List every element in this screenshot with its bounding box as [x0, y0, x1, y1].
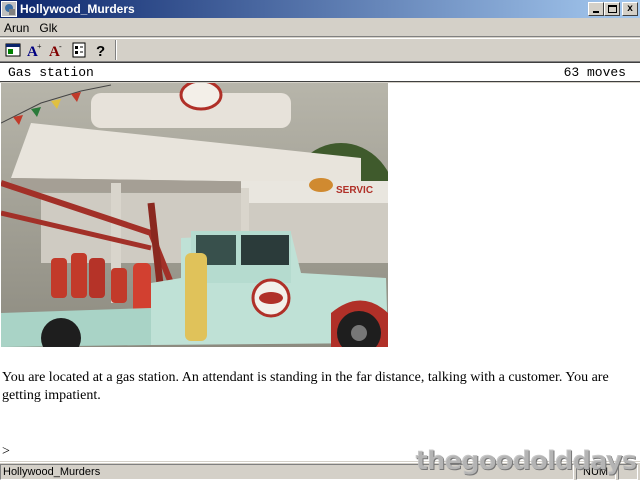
- status-line: Gas station 63 moves: [0, 62, 640, 82]
- minimize-icon: [593, 11, 599, 13]
- toolbar: A + A - ?: [0, 38, 640, 62]
- menu-glk[interactable]: Glk: [34, 21, 62, 35]
- font-larger-icon: A +: [27, 42, 42, 58]
- toolbar-separator: [115, 40, 117, 60]
- scene-image: SERVIC: [1, 83, 388, 347]
- close-button[interactable]: x: [622, 2, 638, 16]
- svg-text:+: +: [37, 42, 42, 51]
- help-icon: ?: [96, 43, 105, 58]
- maximize-icon: [607, 5, 617, 13]
- svg-text:?: ?: [96, 43, 105, 58]
- game-window[interactable]: SERVIC You are located at a gas station.…: [0, 83, 640, 461]
- command-prompt[interactable]: >: [2, 444, 10, 460]
- watermark-logo: thegoodolddays: [415, 446, 637, 476]
- options-button[interactable]: [68, 40, 90, 60]
- location-name: Gas station: [8, 64, 94, 80]
- svg-text:SERVIC: SERVIC: [336, 185, 373, 196]
- font-smaller-button[interactable]: A -: [46, 40, 68, 60]
- title-bar[interactable]: Hollywood_Murders x: [0, 0, 640, 18]
- story-text: You are located at a gas station. An att…: [2, 370, 609, 403]
- options-icon: [72, 42, 86, 58]
- window-title: Hollywood_Murders: [20, 2, 135, 16]
- close-icon: x: [627, 3, 633, 14]
- maximize-button[interactable]: [604, 2, 620, 16]
- help-button[interactable]: ?: [90, 40, 112, 60]
- font-smaller-icon: A -: [49, 42, 62, 58]
- window-icon: [5, 43, 21, 57]
- svg-text:-: -: [59, 42, 62, 51]
- app-icon[interactable]: [1, 1, 17, 17]
- font-larger-button[interactable]: A +: [24, 40, 46, 60]
- move-counter: 63 moves: [563, 64, 626, 80]
- menu-arun[interactable]: Arun: [0, 21, 34, 35]
- minimize-button[interactable]: [588, 2, 604, 16]
- menu-bar: Arun Glk: [0, 19, 640, 37]
- window-button[interactable]: [2, 40, 24, 60]
